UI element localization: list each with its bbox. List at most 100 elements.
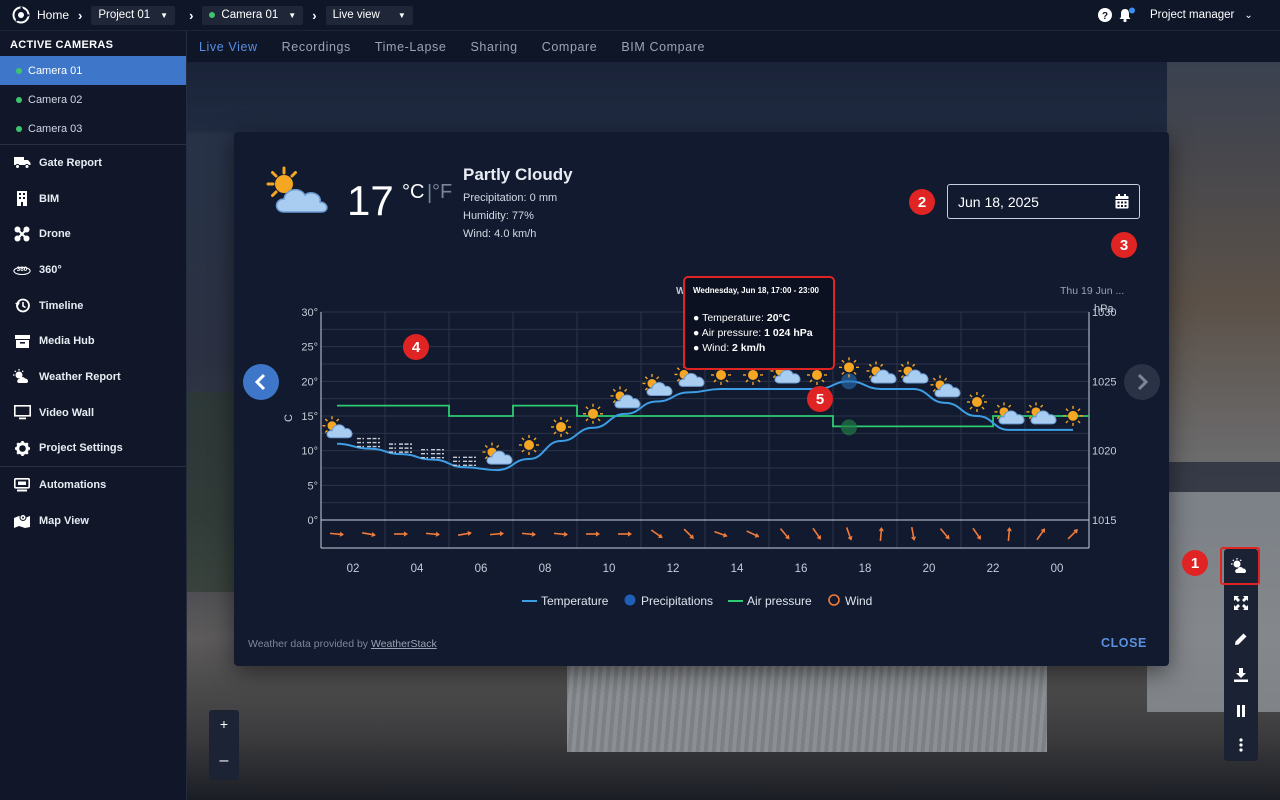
360-icon: 360	[13, 262, 31, 278]
camera-name: Camera 01	[28, 64, 83, 77]
sidebar-item-timeline[interactable]: Timeline	[0, 288, 186, 324]
pencil-icon	[1235, 633, 1247, 645]
bell-icon[interactable]	[1118, 7, 1136, 28]
sidebar-item-media-hub[interactable]: Media Hub	[0, 323, 186, 359]
sidebar-item-weather-report[interactable]: Weather Report	[0, 359, 186, 395]
caret-down-icon: ▼	[288, 10, 297, 20]
weather-button[interactable]	[1220, 547, 1260, 585]
sidebar-item-drone[interactable]: Drone	[0, 216, 186, 252]
sidebar-item-automations[interactable]: Automations	[0, 467, 186, 503]
status-dot	[16, 96, 22, 103]
previous-day-button[interactable]	[243, 364, 279, 400]
more-button[interactable]	[1224, 727, 1258, 763]
chart-tooltip: Wednesday, Jun 18, 17:00 - 23:00 ● Tempe…	[683, 276, 835, 370]
weather-modal: 17 °C | °F Partly Cloudy Precipitation: …	[234, 132, 1169, 666]
active-cameras-heading: ACTIVE CAMERAS	[10, 39, 114, 51]
fullscreen-button[interactable]	[1224, 585, 1258, 621]
history-icon	[13, 298, 31, 314]
camera-toolbar	[1220, 547, 1260, 763]
tooltip-label: Air pressure:	[701, 327, 765, 339]
map-icon	[13, 513, 31, 529]
sidebar-item-360[interactable]: 360 360°	[0, 252, 186, 288]
home-label: Home	[37, 8, 70, 22]
drone-icon	[13, 226, 31, 242]
chevron-down-icon: ⌄	[1244, 9, 1253, 21]
unit-fahrenheit-toggle[interactable]: °F	[432, 181, 452, 204]
download-icon	[1234, 668, 1248, 682]
sidebar-item-label: Gate Report	[39, 156, 102, 169]
tab-recordings[interactable]: Recordings	[282, 40, 351, 54]
feed-roof	[567, 662, 1047, 752]
user-menu[interactable]: Project manager ⌄	[1150, 9, 1253, 21]
home-link[interactable]: Home	[12, 6, 69, 24]
sidebar-item-label: BIM	[39, 192, 60, 205]
tab-time-lapse[interactable]: Time-Lapse	[375, 40, 447, 54]
camera-name: Camera 02	[28, 93, 83, 106]
top-bar: Home › Project 01 ▼ › Camera 01 ▼ › Live v…	[0, 0, 1280, 31]
sidebar-camera-3[interactable]: Camera 03	[0, 114, 186, 143]
callout-badge-2: 2	[909, 189, 935, 215]
sidebar-camera-1[interactable]: Camera 01	[0, 56, 186, 85]
sidebar-item-label: Video Wall	[39, 406, 95, 419]
svg-text:?: ?	[1102, 11, 1108, 22]
sidebar: ACTIVE CAMERAS Camera 01 Camera 02 Camer…	[0, 31, 187, 800]
feed-crowd	[1167, 62, 1280, 462]
sidebar-item-label: Media Hub	[39, 335, 95, 348]
tooltip-label: Temperature:	[702, 312, 767, 324]
camera-dropdown[interactable]: Camera 01 ▼	[202, 5, 304, 25]
tab-live-view[interactable]: Live View	[199, 40, 258, 54]
close-button[interactable]: CLOSE	[1101, 636, 1147, 650]
tab-sharing[interactable]: Sharing	[470, 40, 517, 54]
pause-button[interactable]	[1224, 693, 1258, 729]
next-day-button[interactable]	[1124, 364, 1160, 400]
precipitation-text: Precipitation: 0 mm	[463, 192, 558, 204]
pause-icon	[1237, 705, 1245, 717]
caret-down-icon: ▼	[397, 10, 406, 20]
tooltip-title: Wednesday, Jun 18, 17:00 - 23:00	[693, 286, 819, 295]
condition-title: Partly Cloudy	[463, 165, 573, 184]
tooltip-row-wind: ● Wind: 2 km/h	[693, 342, 766, 354]
zoom-controls: + –	[209, 710, 239, 780]
view-label: Live view	[332, 9, 380, 21]
sidebar-item-label: Drone	[39, 228, 71, 241]
sidebar-camera-2[interactable]: Camera 02	[0, 85, 186, 114]
chevron-right-icon	[1137, 373, 1149, 391]
logo-icon	[12, 6, 30, 24]
tooltip-label: Wind:	[702, 342, 733, 354]
weather-icon	[13, 369, 31, 385]
date-picker[interactable]: Jun 18, 2025	[947, 184, 1140, 219]
camera-name: Camera 03	[28, 122, 83, 135]
tab-compare[interactable]: Compare	[542, 40, 598, 54]
view-dropdown[interactable]: Live view ▼	[325, 5, 413, 25]
weather-icon	[1231, 558, 1247, 573]
sidebar-item-label: Map View	[39, 514, 89, 527]
sidebar-item-label: Timeline	[39, 299, 84, 312]
sidebar-item-project-settings[interactable]: Project Settings	[0, 431, 186, 467]
chevron-right-icon: ›	[312, 7, 317, 23]
sidebar-item-video-wall[interactable]: Video Wall	[0, 395, 186, 431]
download-button[interactable]	[1224, 657, 1258, 693]
zoom-in-button[interactable]: +	[209, 716, 239, 732]
automation-icon	[13, 477, 31, 493]
caret-down-icon: ▼	[160, 10, 169, 20]
chevron-left-icon	[254, 373, 266, 391]
sidebar-item-label: Automations	[39, 479, 107, 492]
sidebar-item-bim[interactable]: BIM	[0, 181, 186, 217]
tooltip-value: 20°C	[766, 312, 791, 324]
sidebar-item-map-view[interactable]: Map View	[0, 503, 186, 539]
annotate-button[interactable]	[1224, 621, 1258, 657]
callout-badge-1: 1	[1182, 550, 1208, 576]
status-dot	[16, 125, 22, 132]
sidebar-item-label: Project Settings	[39, 442, 123, 455]
tab-bim-compare[interactable]: BIM Compare	[621, 40, 705, 54]
wind-text: Wind: 4.0 km/h	[463, 228, 537, 240]
weatherstack-link[interactable]: WeatherStack	[371, 638, 437, 650]
status-dot	[16, 67, 22, 74]
unit-celsius-toggle[interactable]: °C	[402, 181, 424, 204]
humidity-text: Humidity: 77%	[463, 210, 534, 222]
callout-badge-3: 3	[1111, 232, 1137, 258]
help-icon[interactable]: ?	[1098, 8, 1112, 27]
project-dropdown[interactable]: Project 01 ▼	[91, 5, 176, 25]
sidebar-item-gate-report[interactable]: Gate Report	[0, 145, 186, 181]
zoom-out-button[interactable]: –	[209, 752, 239, 770]
